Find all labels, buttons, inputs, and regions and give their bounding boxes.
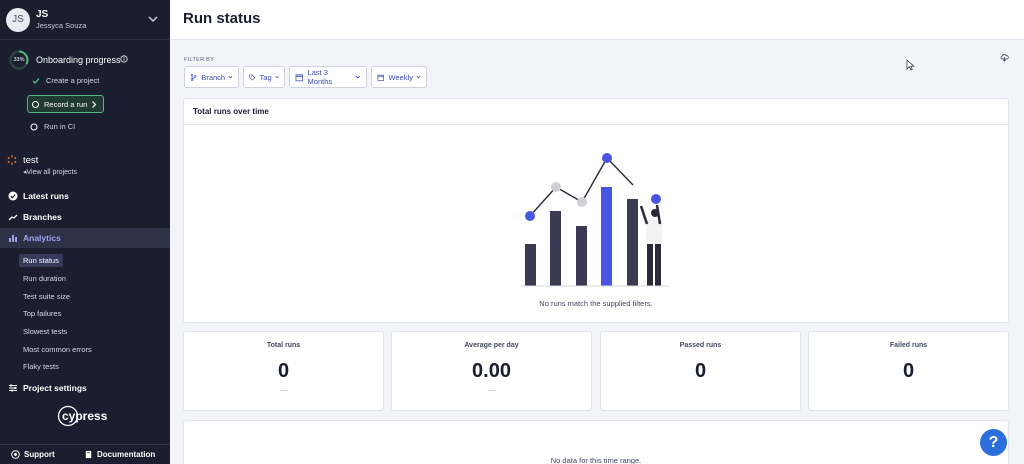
tag-icon (249, 74, 256, 80)
panel-title: Total runs over time (184, 99, 1008, 125)
branch-icon (190, 73, 197, 81)
calendar-icon (295, 73, 303, 81)
cypress-logo-text: cypress (62, 409, 108, 423)
tag-filter[interactable]: Tag (243, 66, 285, 88)
book-icon (85, 450, 92, 459)
analytics-flaky-tests[interactable]: Flaky tests (19, 360, 63, 373)
analytics-top-failures[interactable]: Top failures (19, 307, 65, 320)
sidebar-footer: Support Documentation (0, 444, 170, 464)
step-create-project[interactable]: Create a project (32, 76, 99, 85)
filter-by-label: FILTER BY (184, 57, 215, 63)
support-label: Support (24, 450, 55, 459)
tag-filter-label: Tag (259, 72, 272, 82)
documentation-link[interactable]: Documentation (84, 450, 155, 459)
chevron-down-icon (275, 76, 279, 79)
date-range-filter[interactable]: Last 3 Months (289, 66, 367, 88)
stat-label: Passed runs (679, 342, 722, 349)
project-status-icon (7, 155, 17, 165)
analytics-slowest-tests[interactable]: Slowest tests (19, 325, 71, 338)
record-run-label: Record a run (44, 99, 88, 109)
branch-filter[interactable]: Branch (184, 66, 239, 88)
stat-failed-runs: Failed runs 0 (808, 331, 1009, 411)
check-icon (32, 77, 40, 84)
user-menu[interactable]: JS JS Jessyca Souza (0, 0, 170, 40)
nav-analytics-label: Analytics (23, 233, 61, 243)
chevron-right-icon (92, 101, 97, 108)
mouse-cursor-icon (906, 59, 915, 71)
stat-label: Failed runs (889, 342, 928, 349)
stat-passed-runs: Passed runs 0 (600, 331, 801, 411)
avatar: JS (6, 7, 30, 32)
branch-icon (8, 214, 18, 221)
nav-project-settings-label: Project settings (23, 383, 87, 393)
check-circle-icon (8, 191, 18, 201)
nav-branches-label: Branches (23, 212, 62, 222)
sidebar: JS JS Jessyca Souza 33% Onboarding progr… (0, 0, 170, 464)
nav-branches[interactable]: Branches (0, 207, 170, 227)
stat-value: 0.00 (472, 360, 511, 382)
view-all-label: View all projects (26, 169, 77, 176)
view-all-projects-link[interactable]: ◂View all projects (23, 168, 77, 176)
chevron-down-icon (416, 75, 421, 79)
nav-latest-runs[interactable]: Latest runs (0, 186, 170, 206)
help-circle-icon (11, 450, 20, 459)
bar-chart-icon (9, 235, 17, 242)
nav-latest-runs-label: Latest runs (23, 191, 69, 201)
branch-filter-label: Branch (201, 72, 226, 82)
top-bar: Run status (170, 0, 1024, 40)
step-create-label: Create a project (46, 76, 100, 85)
project-switcher: test ◂View all projects (0, 146, 170, 184)
stat-label: Total runs (266, 342, 301, 349)
cypress-logo: cypress (57, 405, 108, 427)
user-initials: JS (36, 8, 49, 20)
empty-chart-message: No runs match the supplied filters. (539, 299, 653, 308)
step-circle-icon (30, 123, 38, 130)
step-ci-label: Run in CI (44, 122, 76, 131)
progress-percent: 33% (13, 57, 25, 63)
analytics-most-common-errors[interactable]: Most common errors (19, 343, 96, 356)
interval-label: Weekly (388, 72, 413, 82)
chevron-down-icon (228, 75, 233, 79)
project-name: test (23, 155, 39, 166)
onboarding-panel: 33% Onboarding progress Create a project… (0, 40, 170, 144)
info-icon[interactable] (120, 55, 128, 63)
empty-chart-illustration (520, 153, 670, 287)
support-link[interactable]: Support (11, 450, 55, 459)
step-run-in-ci[interactable]: Run in CI (30, 122, 75, 131)
stat-total-runs: Total runs 0 — (183, 331, 384, 411)
sliders-icon (9, 384, 17, 392)
date-range-label: Last 3 Months (307, 68, 333, 86)
step-circle-icon (32, 100, 39, 108)
analytics-run-duration[interactable]: Run duration (19, 272, 70, 285)
no-data-message: No data for this time range. (550, 456, 642, 464)
nav-project-settings[interactable]: Project settings (0, 378, 170, 398)
page-title: Run status (183, 10, 261, 27)
stat-average-per-day: Average per day 0.00 — (391, 331, 592, 411)
chevron-down-icon (355, 75, 361, 79)
interval-filter[interactable]: Weekly (371, 66, 427, 88)
download-icon[interactable] (1000, 53, 1009, 62)
record-run-button[interactable]: Record a run (27, 95, 104, 113)
user-name: Jessyca Souza (36, 20, 87, 30)
stat-label: Average per day (464, 342, 519, 349)
stat-value: 0 (694, 360, 707, 382)
help-button[interactable]: ? (980, 429, 1007, 456)
chevron-down-icon[interactable] (146, 12, 160, 26)
stat-value: 0 (902, 360, 915, 382)
stat-change: — (280, 387, 287, 394)
stat-change: — (488, 387, 495, 394)
nav-analytics[interactable]: Analytics (0, 228, 170, 248)
stat-value: 0 (277, 360, 290, 382)
analytics-run-status[interactable]: Run status (19, 254, 63, 267)
documentation-label: Documentation (97, 450, 156, 459)
onboarding-title: Onboarding progress (36, 55, 121, 65)
analytics-test-suite-size[interactable]: Test suite size (19, 290, 74, 303)
calendar-icon (377, 74, 385, 81)
